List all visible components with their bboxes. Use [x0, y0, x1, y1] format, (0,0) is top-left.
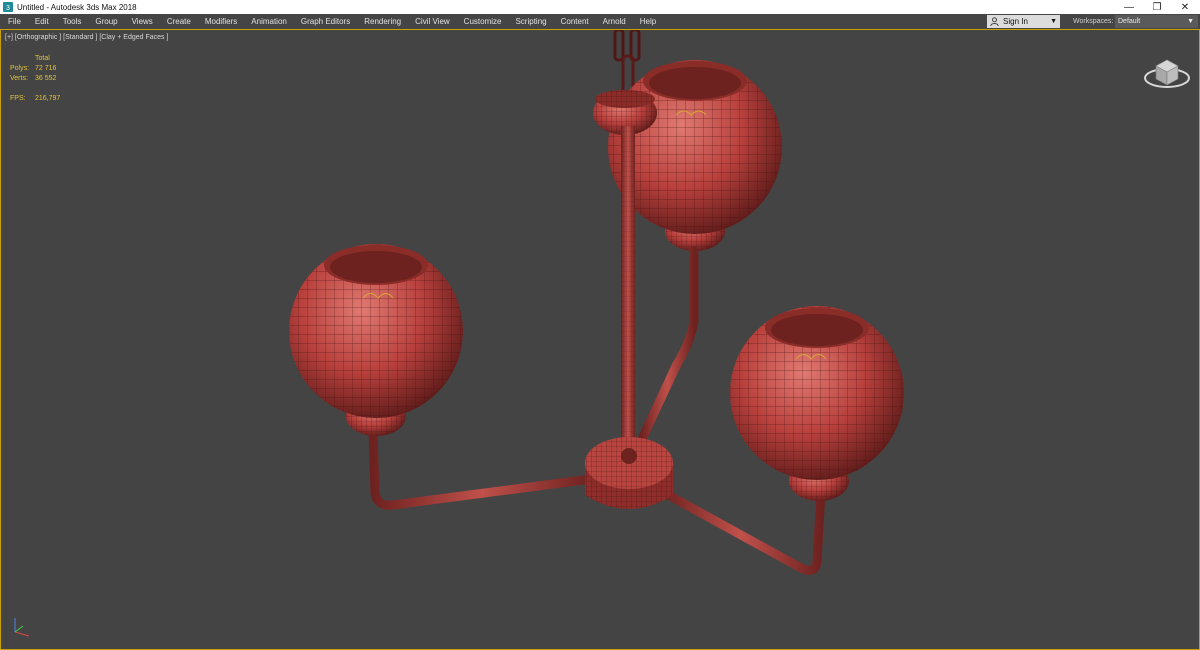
arm-left [368, 426, 596, 510]
arm-back [636, 246, 699, 446]
fps-label: FPS: [10, 95, 26, 102]
window-title: Untitled - Autodesk 3ds Max 2018 [17, 2, 137, 12]
menu-civil-view[interactable]: Civil View [408, 14, 457, 29]
viewcube-icon[interactable] [1142, 52, 1192, 94]
person-icon [990, 17, 999, 27]
restore-button[interactable]: ❐ [1142, 0, 1172, 14]
minimize-button[interactable]: — [1114, 0, 1144, 14]
menu-scripting[interactable]: Scripting [508, 14, 553, 29]
globe-right [730, 306, 904, 501]
viewport-label-menu[interactable]: [+] [Orthographic ] [Standard ] [Clay + … [5, 34, 168, 41]
menu-edit[interactable]: Edit [28, 14, 56, 29]
svg-text:3: 3 [6, 5, 10, 12]
close-icon: ✕ [1180, 1, 1190, 13]
workspaces-label: Workspaces: [1073, 18, 1114, 25]
menu-file[interactable]: File [0, 14, 28, 29]
menu-help[interactable]: Help [633, 14, 663, 29]
statistics-overlay: Total Polys: 72 716 Verts: 36 552 FPS: 216,… [10, 54, 60, 104]
menu-graph-editors[interactable]: Graph Editors [294, 14, 357, 29]
axis-tripod-icon [7, 612, 37, 642]
menu-customize[interactable]: Customize [457, 14, 509, 29]
workspaces-select[interactable]: Default ▼ [1115, 15, 1198, 28]
title-bar: 3 Untitled - Autodesk 3ds Max 2018 — ❐ ✕ [0, 0, 1200, 14]
menu-modifiers[interactable]: Modifiers [198, 14, 244, 29]
3ds-max-app-icon: 3 [3, 2, 13, 12]
hub [585, 437, 673, 509]
chandelier-model[interactable] [1, 30, 1199, 649]
minimize-icon: — [1124, 1, 1134, 13]
menu-rendering[interactable]: Rendering [357, 14, 408, 29]
arm-right [656, 486, 826, 575]
menu-tools[interactable]: Tools [56, 14, 89, 29]
sign-in-label: Sign In [1003, 17, 1028, 26]
workspaces-value: Default [1118, 18, 1141, 25]
verts-value: 36 552 [35, 75, 57, 82]
chevron-down-icon: ▼ [1050, 18, 1057, 25]
menu-views[interactable]: Views [125, 14, 160, 29]
menu-create[interactable]: Create [160, 14, 198, 29]
chevron-down-icon: ▼ [1187, 18, 1194, 25]
menu-content[interactable]: Content [554, 14, 596, 29]
globe-left [289, 244, 463, 436]
close-button[interactable]: ✕ [1170, 0, 1200, 14]
verts-label: Verts: [10, 75, 28, 82]
polys-value: 72 716 [35, 65, 57, 72]
stats-header: Total [35, 55, 50, 62]
polys-label: Polys: [10, 65, 30, 72]
viewport[interactable]: [+] [Orthographic ] [Standard ] [Clay + … [0, 29, 1200, 650]
fps-value: 216,797 [35, 95, 61, 102]
sign-in-dropdown[interactable]: Sign In ▼ [987, 15, 1060, 28]
menu-animation[interactable]: Animation [244, 14, 294, 29]
menu-group[interactable]: Group [88, 14, 124, 29]
restore-icon: ❐ [1152, 1, 1162, 13]
menu-arnold[interactable]: Arnold [596, 14, 633, 29]
